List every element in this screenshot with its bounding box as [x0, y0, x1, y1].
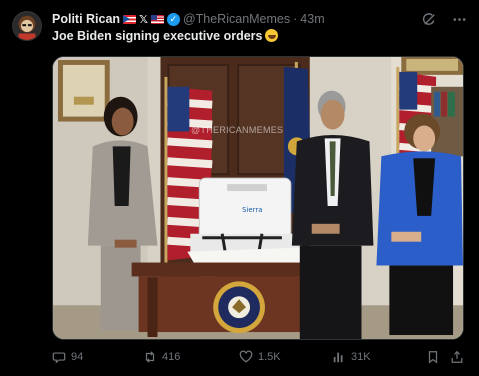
repost-icon — [145, 351, 155, 363]
reply-icon — [52, 352, 66, 364]
tweet-top-actions — [421, 11, 467, 27]
views-button[interactable]: 31K — [332, 350, 371, 364]
laughing-emoji-icon — [265, 29, 279, 42]
share-icon — [451, 350, 463, 363]
share-button[interactable] — [450, 350, 464, 364]
reply-button[interactable]: 94 — [52, 350, 83, 364]
display-name[interactable]: Politi Rican — [52, 12, 120, 26]
tweet-text-content: Joe Biden signing executive orders — [52, 29, 263, 43]
grok-icon[interactable] — [421, 11, 437, 27]
handle[interactable]: @TheRicanMemes — [183, 12, 290, 26]
tweet-text: Joe Biden signing executive orders — [52, 29, 279, 43]
svg-text:Sierra: Sierra — [242, 206, 262, 214]
avatar[interactable] — [12, 11, 42, 41]
photo-watermark: @THERICANMEMES — [191, 125, 284, 135]
tweet[interactable]: Politi Rican 𝕏 ✓ @TheRicanMemes · 43m Jo… — [0, 0, 479, 376]
views-icon — [333, 352, 343, 363]
repost-count: 416 — [162, 351, 181, 363]
tweet-header: Politi Rican 𝕏 ✓ @TheRicanMemes · 43m — [52, 10, 439, 28]
us-flag-icon — [150, 14, 164, 24]
bookmark-icon — [428, 351, 438, 364]
puerto-rico-flag-icon — [123, 14, 137, 24]
tweet-photo[interactable]: Sierra @THERICANMEMES — [52, 56, 464, 340]
repost-button[interactable]: 416 — [143, 350, 180, 364]
bookmark-button[interactable] — [426, 350, 440, 364]
reply-count: 94 — [71, 351, 84, 363]
heart-icon — [239, 350, 253, 363]
views-count: 31K — [351, 351, 371, 363]
like-count: 1.5K — [258, 351, 281, 363]
timestamp[interactable]: 43m — [300, 12, 324, 26]
separator: · — [293, 12, 298, 26]
more-icon[interactable] — [451, 11, 467, 27]
x-icon: 𝕏 — [139, 13, 148, 26]
like-button[interactable]: 1.5K — [239, 350, 281, 364]
verified-badge-icon[interactable]: ✓ — [166, 12, 180, 26]
tweet-actions: 94 416 1.5K 31K — [52, 348, 465, 366]
